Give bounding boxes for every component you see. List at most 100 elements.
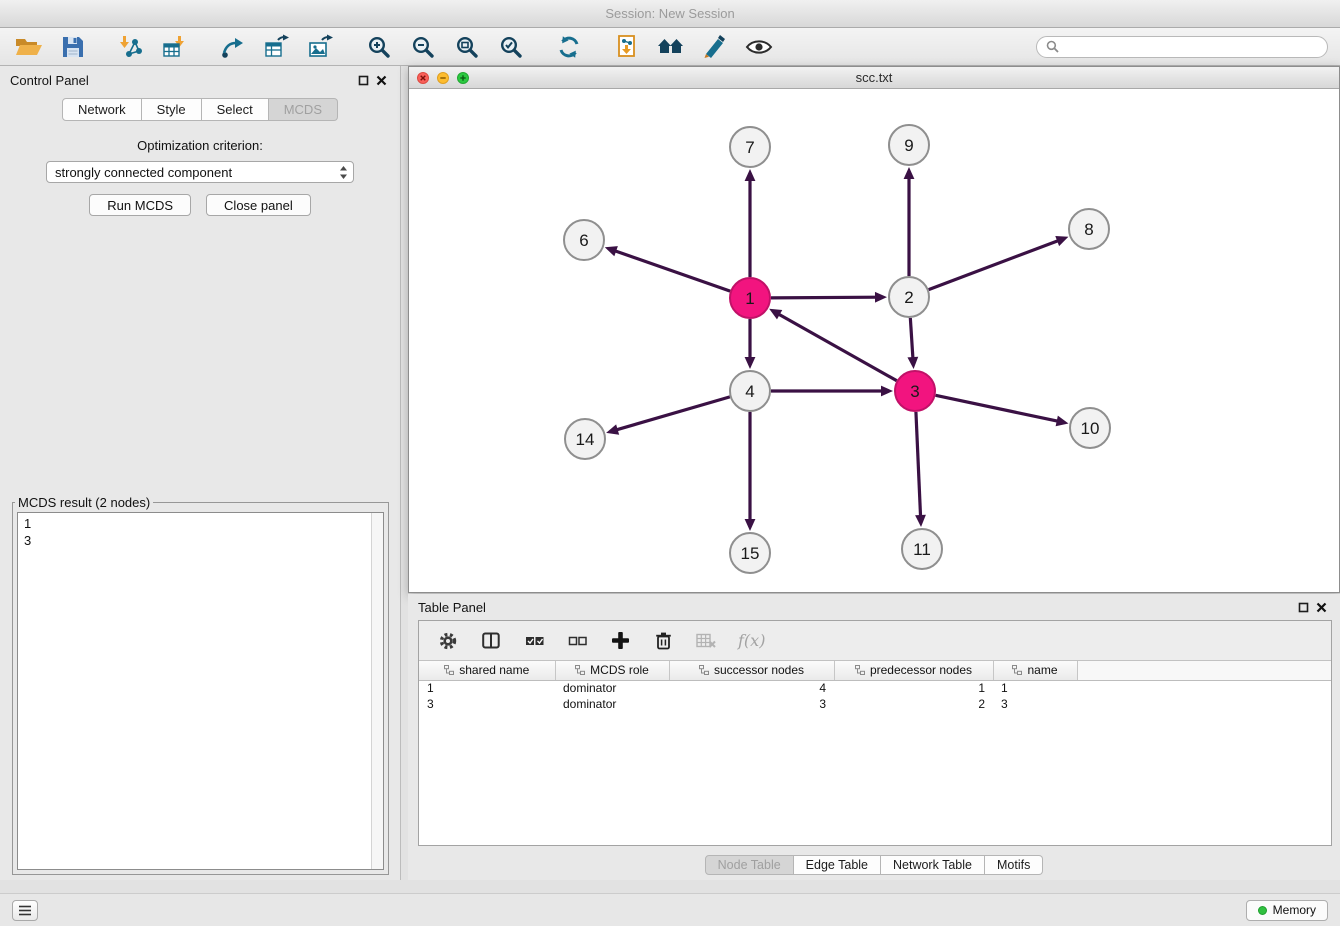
network-canvas[interactable]: 7 9 6 8 1 2 4 3 14 10 15 11 [409,89,1339,592]
apply-style-button[interactable] [698,32,732,62]
zoom-selected-button[interactable] [494,32,528,62]
add-column-button[interactable] [609,629,631,653]
cell-mcds-role[interactable]: dominator [555,680,669,696]
export-image-button[interactable] [304,32,338,62]
cell-shared-name[interactable]: 1 [419,680,555,696]
node-3[interactable]: 3 [895,371,935,411]
close-icon [419,74,427,82]
column-header-successor-nodes[interactable]: successor nodes [669,661,834,680]
zoom-fit-button[interactable] [450,32,484,62]
node-9[interactable]: 9 [889,125,929,165]
node-8[interactable]: 8 [1069,209,1109,249]
edge-4-15[interactable] [745,412,756,531]
unchecked-boxes-icon [568,633,587,649]
column-header-mcds-role[interactable]: MCDS role [555,661,669,680]
optimization-criterion-select[interactable]: strongly connected component [46,161,354,183]
edge-4-14[interactable] [606,397,730,435]
close-panel-button[interactable]: Close panel [206,194,311,216]
float-panel-button[interactable] [354,71,372,89]
node-11[interactable]: 11 [902,529,942,569]
export-table-button[interactable] [260,32,294,62]
cell-successor-nodes[interactable]: 4 [669,680,834,696]
node-4[interactable]: 4 [730,371,770,411]
tab-style[interactable]: Style [142,98,202,121]
memory-button[interactable]: Memory [1246,900,1328,921]
mcds-result-list[interactable]: 13 [17,512,384,870]
delete-table-button[interactable] [695,629,717,653]
table-row[interactable]: 3dominator323 [419,696,1331,712]
table-settings-button[interactable] [437,629,459,653]
node-1[interactable]: 1 [730,278,770,318]
import-network-button[interactable] [114,32,148,62]
network-graph[interactable]: 7 9 6 8 1 2 4 3 14 10 15 11 [409,89,1339,592]
edge-3-1[interactable] [769,309,897,381]
tab-motifs[interactable]: Motifs [985,855,1043,875]
refresh-button[interactable] [552,32,586,62]
cell-successor-nodes[interactable]: 3 [669,696,834,712]
zoom-in-button[interactable] [362,32,396,62]
node-7[interactable]: 7 [730,127,770,167]
tab-node-table[interactable]: Node Table [705,855,794,875]
node-14[interactable]: 14 [565,419,605,459]
edge-2-3[interactable] [907,318,918,369]
save-session-button[interactable] [56,32,90,62]
import-table-button[interactable] [158,32,192,62]
close-control-panel-button[interactable] [372,71,390,89]
tab-edge-table[interactable]: Edge Table [794,855,881,875]
column-header-shared-name[interactable]: shared name [419,661,555,680]
show-hide-button[interactable] [742,32,776,62]
export-table-icon [264,34,290,60]
column-header-predecessor-nodes[interactable]: predecessor nodes [834,661,993,680]
edge-1-2[interactable] [771,292,887,303]
float-table-panel-button[interactable] [1294,598,1312,616]
cell-predecessor-nodes[interactable]: 2 [834,696,993,712]
tab-mcds[interactable]: MCDS [269,98,338,121]
cell-shared-name[interactable]: 3 [419,696,555,712]
svg-text:15: 15 [741,544,760,563]
tab-select[interactable]: Select [202,98,269,121]
first-neighbors-button[interactable] [654,32,688,62]
edge-4-3[interactable] [771,386,893,397]
table-row[interactable]: 1dominator411 [419,680,1331,696]
column-header-name[interactable]: name [993,661,1077,680]
run-mcds-button[interactable]: Run MCDS [89,194,191,216]
tab-network[interactable]: Network [62,98,142,121]
minimize-window-button[interactable] [437,72,449,84]
export-network-button[interactable] [216,32,250,62]
search-input[interactable] [1064,40,1318,54]
maximize-window-button[interactable] [457,72,469,84]
close-window-button[interactable] [417,72,429,84]
function-builder-button[interactable]: f(x) [738,629,765,653]
criterion-value: strongly connected component [55,165,232,180]
close-table-panel-button[interactable] [1312,598,1330,616]
delete-column-button[interactable] [652,629,674,653]
duplicate-network-button[interactable] [610,32,644,62]
edge-1-7[interactable] [745,169,756,277]
tab-network-table[interactable]: Network Table [881,855,985,875]
cell-mcds-role[interactable]: dominator [555,696,669,712]
node-2[interactable]: 2 [889,277,929,317]
cell-predecessor-nodes[interactable]: 1 [834,680,993,696]
svg-text:6: 6 [579,231,588,250]
node-15[interactable]: 15 [730,533,770,573]
select-all-button[interactable] [523,629,545,653]
result-item[interactable]: 3 [24,532,377,549]
open-session-button[interactable] [12,32,46,62]
deselect-all-button[interactable] [566,629,588,653]
edge-2-9[interactable] [904,167,915,276]
node-10[interactable]: 10 [1070,408,1110,448]
edge-2-8[interactable] [929,236,1069,290]
task-history-button[interactable] [12,900,38,921]
edge-3-11[interactable] [915,412,926,527]
edge-3-10[interactable] [936,395,1069,426]
search-box[interactable] [1036,36,1328,58]
node-6[interactable]: 6 [564,220,604,260]
edge-1-6[interactable] [605,246,730,291]
cell-name[interactable]: 3 [993,696,1077,712]
result-scrollbar[interactable] [371,513,383,869]
cell-name[interactable]: 1 [993,680,1077,696]
zoom-out-button[interactable] [406,32,440,62]
edge-1-4[interactable] [745,319,756,369]
show-columns-button[interactable] [480,629,502,653]
result-item[interactable]: 1 [24,515,377,532]
